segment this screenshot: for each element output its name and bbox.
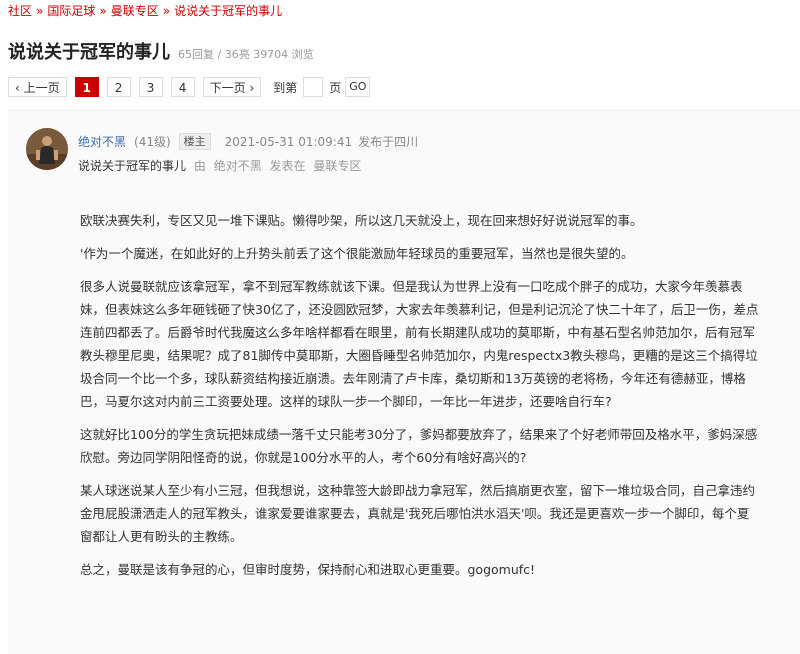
page-1-button[interactable]: 1 xyxy=(74,77,99,97)
author-link[interactable]: 绝对不黑 xyxy=(214,159,262,173)
avatar-image xyxy=(26,128,68,170)
breadcrumb-current-thread[interactable]: 说说关于冠军的事儿 xyxy=(174,4,282,18)
thread-header: 说说关于冠军的事儿 65回复 / 36亮 39704 浏览 xyxy=(8,38,314,64)
post-paragraph: 某人球迷说某人至少有小三冠，但我想说，这种靠签大龄即战力拿冠军，然后搞崩更衣室，… xyxy=(80,483,756,544)
username-link[interactable]: 绝对不黑 xyxy=(78,133,126,150)
page-3-button[interactable]: 3 xyxy=(138,77,163,97)
page-title: 说说关于冠军的事儿 xyxy=(8,42,170,63)
posted-in-label: 发表在 xyxy=(269,159,306,173)
go-button[interactable]: GO xyxy=(345,77,371,97)
pagination: ‹ 上一页 1 2 3 4 下一页 › 到第 页 GO xyxy=(8,77,371,97)
post-paragraph: 总之，曼联是该有争冠的心，但审时度势，保持耐心和进取心更重要。gogomufc! xyxy=(80,562,536,577)
post-body: 欧联决赛失利，专区又见一堆下课贴。懒得吵架，所以这几天就没上，现在回来想好好说说… xyxy=(80,209,760,591)
page-2-button[interactable]: 2 xyxy=(106,77,131,97)
post-location: 发布于四川 xyxy=(358,135,419,149)
goto-label: 到第 xyxy=(273,80,298,95)
post-datetime: 2021-05-31 01:09:41 xyxy=(224,134,353,149)
post-meta: 绝对不黑 (41级) 楼主 2021-05-31 01:09:41 发布于四川 xyxy=(78,133,418,150)
prev-page-button[interactable]: ‹ 上一页 xyxy=(8,77,67,97)
post-subline: 说说关于冠军的事儿 由 绝对不黑 发表在 曼联专区 xyxy=(78,157,361,174)
breadcrumb-intl-football[interactable]: 国际足球 xyxy=(47,4,95,18)
thread-stats: 65回复 / 36亮 39704 浏览 xyxy=(178,48,314,61)
post-subject: 说说关于冠军的事儿 xyxy=(78,159,187,173)
breadcrumb-manutd-forum[interactable]: 曼联专区 xyxy=(111,4,159,18)
breadcrumb-community[interactable]: 社区 xyxy=(8,4,32,18)
main-post: 绝对不黑 (41级) 楼主 2021-05-31 01:09:41 发布于四川 … xyxy=(8,110,800,654)
page-4-button[interactable]: 4 xyxy=(170,77,195,97)
next-page-button[interactable]: 下一页 › xyxy=(202,77,262,97)
forum-link[interactable]: 曼联专区 xyxy=(313,159,361,173)
post-paragraph: 这就好比100分的学生贪玩把妹成绩一落千丈只能考30分了，爹妈都要放弃了，结果来… xyxy=(80,427,758,465)
user-level: (41级) xyxy=(134,135,171,149)
by-label: 由 xyxy=(193,159,206,173)
goto-page-input[interactable] xyxy=(303,77,324,97)
page-unit-label: 页 xyxy=(329,80,342,95)
post-paragraph: 很多人说曼联就应该拿冠军，拿不到冠军教练就该下课。但是我认为世界上没有一口吃成个… xyxy=(80,279,759,409)
breadcrumb-separator: » xyxy=(162,4,171,18)
breadcrumb: 社区» 国际足球» 曼联专区» 说说关于冠军的事儿 xyxy=(8,2,282,19)
post-paragraph: '作为一个魔迷，在如此好的上升势头前丢了这个很能激励年轻球员的重要冠军，当然也是… xyxy=(80,246,634,261)
breadcrumb-separator: » xyxy=(36,4,44,18)
breadcrumb-separator: » xyxy=(99,4,107,18)
avatar[interactable] xyxy=(26,128,68,170)
post-paragraph: 欧联决赛失利，专区又见一堆下课贴。懒得吵架，所以这几天就没上，现在回来想好好说说… xyxy=(80,213,643,228)
op-badge: 楼主 xyxy=(178,133,211,150)
